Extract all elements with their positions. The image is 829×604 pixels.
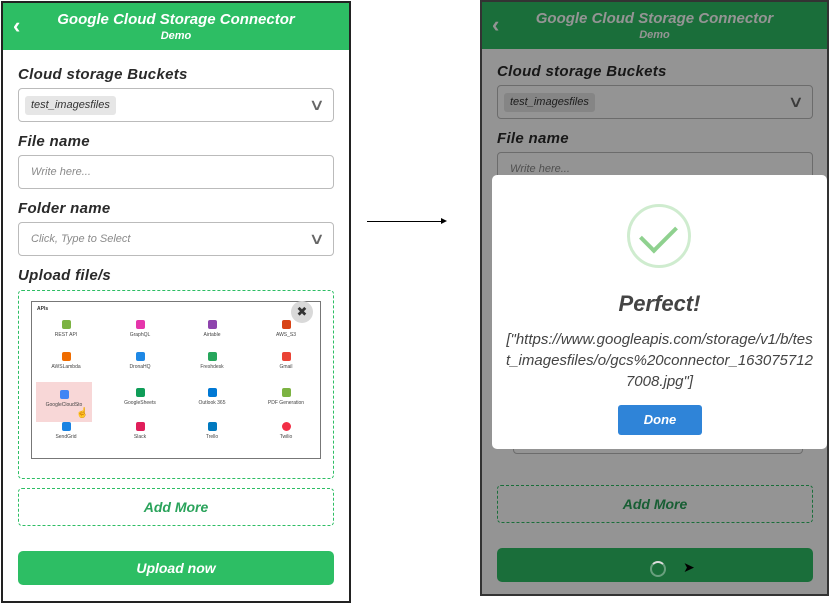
outlook-icon [207,388,217,397]
aws-lambda-icon [61,352,71,361]
google-sheets-icon [135,388,145,397]
bucket-select[interactable]: test_imagesfiles ∨ [18,88,334,122]
upload-label: Upload file/s [18,267,112,284]
pdf-generation-icon [281,388,291,397]
pointer-cursor-icon: ➤ [683,559,695,575]
thumb-tile: Gmail [258,352,314,392]
twilio-icon [281,422,291,431]
chevron-down-icon: ∨ [308,97,326,114]
loading-spinner-icon [650,561,666,577]
success-check-icon [627,204,691,268]
hand-cursor-icon: ☝ [76,408,89,419]
folder-select[interactable]: Click, Type to Select ∨ [18,222,334,256]
sendgrid-icon [61,422,71,431]
dronahq-icon [135,352,145,361]
remove-file-close-icon[interactable]: ✖ [291,301,313,323]
done-button[interactable]: Done [618,405,702,435]
google-cloud-icon [59,390,69,399]
upload-dropzone[interactable]: APIs REST API GraphQL Airtable AWS_S3 AW… [18,290,334,479]
uploaded-image-thumbnail: APIs REST API GraphQL Airtable AWS_S3 AW… [31,301,321,459]
gmail-icon [281,352,291,361]
dialog-message: ["https://www.googleapis.com/storage/v1/… [506,331,813,390]
graphql-icon [135,320,145,329]
header-subtitle: Demo [160,30,192,42]
thumb-tile: Twilio [258,422,314,462]
buckets-label: Cloud storage Buckets [18,66,188,83]
transition-arrow-icon [367,218,447,224]
thumb-tile: SendGrid [38,422,94,462]
folder-placeholder: Click, Type to Select [31,233,131,245]
freshdesk-icon [207,352,217,361]
header: ‹ Google Cloud Storage Connector Demo [3,3,349,50]
folder-label: Folder name [18,200,111,217]
right-screen: ‹ Google Cloud Storage Connector Demo Cl… [480,0,829,596]
thumb-tile: DronaHQ [112,352,168,392]
filename-placeholder: Write here... [31,166,91,178]
bucket-chip: test_imagesfiles [25,96,116,115]
success-dialog: Perfect! ["https://www.googleapis.com/st… [492,175,827,449]
thumb-section-title: APIs [37,306,49,312]
add-more-button[interactable]: Add More [18,488,334,526]
thumb-tile: Freshdesk [184,352,240,392]
filename-label: File name [18,133,90,150]
filename-input[interactable]: Write here... [18,155,334,189]
trello-icon [207,422,217,431]
airtable-icon [207,320,217,329]
dialog-title: Perfect! [618,291,701,316]
chevron-down-icon: ∨ [308,231,326,248]
aws-s3-icon [281,320,291,329]
upload-now-button[interactable]: Upload now [18,551,334,585]
thumb-tile: Slack [112,422,168,462]
header-title: Google Cloud Storage Connector [57,11,295,28]
rest-api-icon [61,320,71,329]
left-screen: ‹ Google Cloud Storage Connector Demo Cl… [1,1,351,603]
thumb-tile: Trello [184,422,240,462]
slack-icon [135,422,145,431]
